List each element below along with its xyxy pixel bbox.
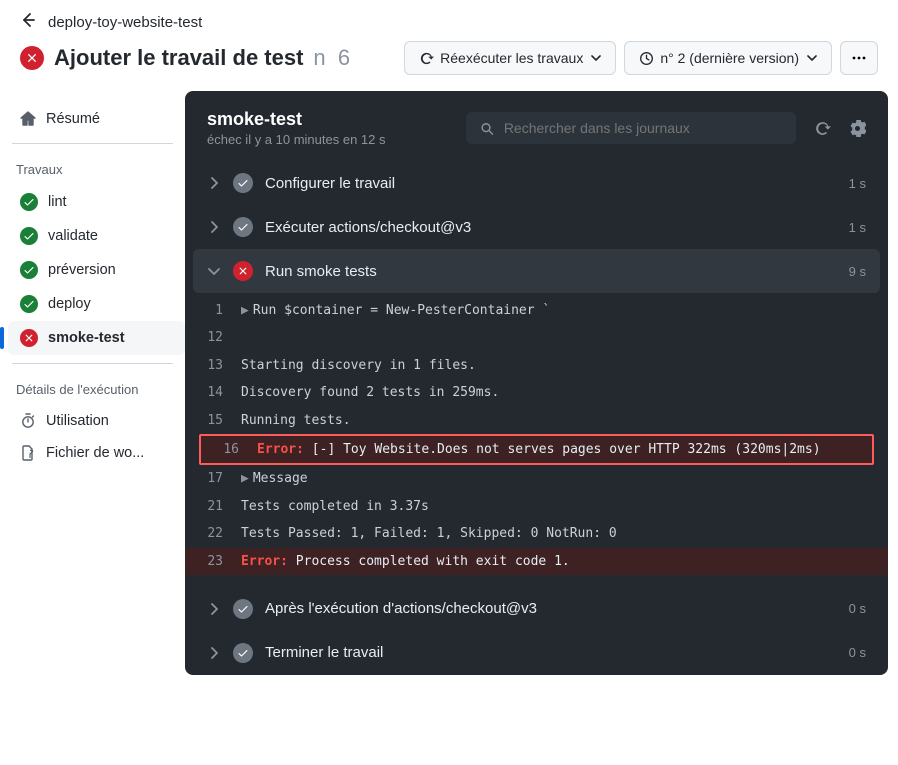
chevron-right-icon xyxy=(207,647,221,659)
step-row[interactable]: Configurer le travail 1 s xyxy=(185,161,888,205)
clock-icon xyxy=(639,51,654,66)
sidebar-job-préversion[interactable]: préversion xyxy=(8,253,185,287)
step-duration: 1 s xyxy=(849,220,866,235)
step-row[interactable]: Après l'exécution d'actions/checkout@v3 0… xyxy=(185,587,888,631)
home-icon xyxy=(20,111,36,127)
step-duration: 0 s xyxy=(849,601,866,616)
log-line: 1▶Run $container = New-PesterContainer ` xyxy=(185,297,888,324)
sidebar-job-deploy[interactable]: deploy xyxy=(8,287,185,321)
sidebar-job-label: deploy xyxy=(48,296,91,312)
sync-icon xyxy=(419,51,434,66)
check-icon xyxy=(233,643,253,663)
back-arrow-icon[interactable] xyxy=(20,12,36,33)
check-icon xyxy=(233,173,253,193)
run-status-error-icon xyxy=(20,46,44,70)
caret-down-icon xyxy=(591,55,601,61)
kebab-icon xyxy=(851,50,867,66)
check-icon xyxy=(20,193,38,211)
search-icon xyxy=(480,121,494,136)
chevron-right-icon xyxy=(207,221,221,233)
step-row[interactable]: Terminer le travail 0 s xyxy=(185,631,888,675)
sidebar-summary[interactable]: Résumé xyxy=(8,103,185,135)
log-line: 13Starting discovery in 1 files. xyxy=(185,352,888,379)
log-line: 22Tests Passed: 1, Failed: 1, Skipped: 0… xyxy=(185,520,888,547)
sidebar-job-validate[interactable]: validate xyxy=(8,219,185,253)
sidebar-job-smoke-test[interactable]: smoke-test xyxy=(8,321,185,355)
job-subtitle: échec il y a 10 minutes en 12 s xyxy=(207,132,386,147)
step-name: Terminer le travail xyxy=(265,644,383,661)
log-line: 16Error: [-] Toy Website.Does not serves… xyxy=(201,436,872,463)
sidebar-workflow-file[interactable]: Fichier de wo... xyxy=(8,437,185,469)
divider xyxy=(12,143,173,144)
step-duration: 1 s xyxy=(849,176,866,191)
check-icon xyxy=(20,261,38,279)
breadcrumb[interactable]: deploy-toy-website-test xyxy=(48,14,202,31)
chevron-right-icon xyxy=(207,177,221,189)
log-line: 17▶Message xyxy=(185,465,888,492)
more-actions-button[interactable] xyxy=(840,41,878,75)
attempt-dropdown-button[interactable]: n° 2 (dernière version) xyxy=(624,41,832,75)
step-name: Exécuter actions/checkout@v3 xyxy=(265,219,471,236)
log-line: 15Running tests. xyxy=(185,407,888,434)
sidebar-job-lint[interactable]: lint xyxy=(8,185,185,219)
check-icon xyxy=(233,217,253,237)
sidebar-usage[interactable]: Utilisation xyxy=(8,405,185,437)
log-line: 12 xyxy=(185,324,888,351)
chevron-right-icon xyxy=(207,603,221,615)
caret-down-icon xyxy=(807,55,817,61)
step-duration: 0 s xyxy=(849,645,866,660)
stopwatch-icon xyxy=(20,413,36,429)
run-number: n 6 xyxy=(313,45,350,71)
step-name: Configurer le travail xyxy=(265,175,395,192)
workflow-file-icon xyxy=(20,445,36,461)
log-line: 21Tests completed in 3.37s xyxy=(185,493,888,520)
sidebar-job-label: lint xyxy=(48,194,67,210)
step-duration: 9 s xyxy=(849,264,866,279)
check-icon xyxy=(20,295,38,313)
check-icon xyxy=(20,227,38,245)
check-icon xyxy=(233,599,253,619)
jobs-heading: Travaux xyxy=(8,156,185,185)
log-search-input[interactable] xyxy=(504,120,782,136)
step-row[interactable]: Run smoke tests 9 s xyxy=(193,249,880,293)
rerun-jobs-button[interactable]: Réexécuter les travaux xyxy=(404,41,616,75)
log-settings-button[interactable] xyxy=(849,120,866,137)
x-icon xyxy=(20,329,38,347)
log-line: 14Discovery found 2 tests in 259ms. xyxy=(185,379,888,406)
log-output: 1▶Run $container = New-PesterContainer `… xyxy=(185,293,888,587)
refresh-logs-button[interactable] xyxy=(814,120,831,137)
details-heading: Détails de l'exécution xyxy=(8,376,185,405)
chevron-down-icon xyxy=(207,266,221,276)
log-line: 23Error: Process completed with exit cod… xyxy=(185,548,888,575)
sidebar-job-label: préversion xyxy=(48,262,116,278)
sidebar-job-label: validate xyxy=(48,228,98,244)
step-name: Après l'exécution d'actions/checkout@v3 xyxy=(265,600,537,617)
page-title: Ajouter le travail de test xyxy=(54,45,303,71)
job-title: smoke-test xyxy=(207,109,386,130)
step-row[interactable]: Exécuter actions/checkout@v3 1 s xyxy=(185,205,888,249)
sidebar-job-label: smoke-test xyxy=(48,330,125,346)
divider xyxy=(12,363,173,364)
step-name: Run smoke tests xyxy=(265,263,377,280)
log-search[interactable] xyxy=(466,112,796,144)
x-icon xyxy=(233,261,253,281)
